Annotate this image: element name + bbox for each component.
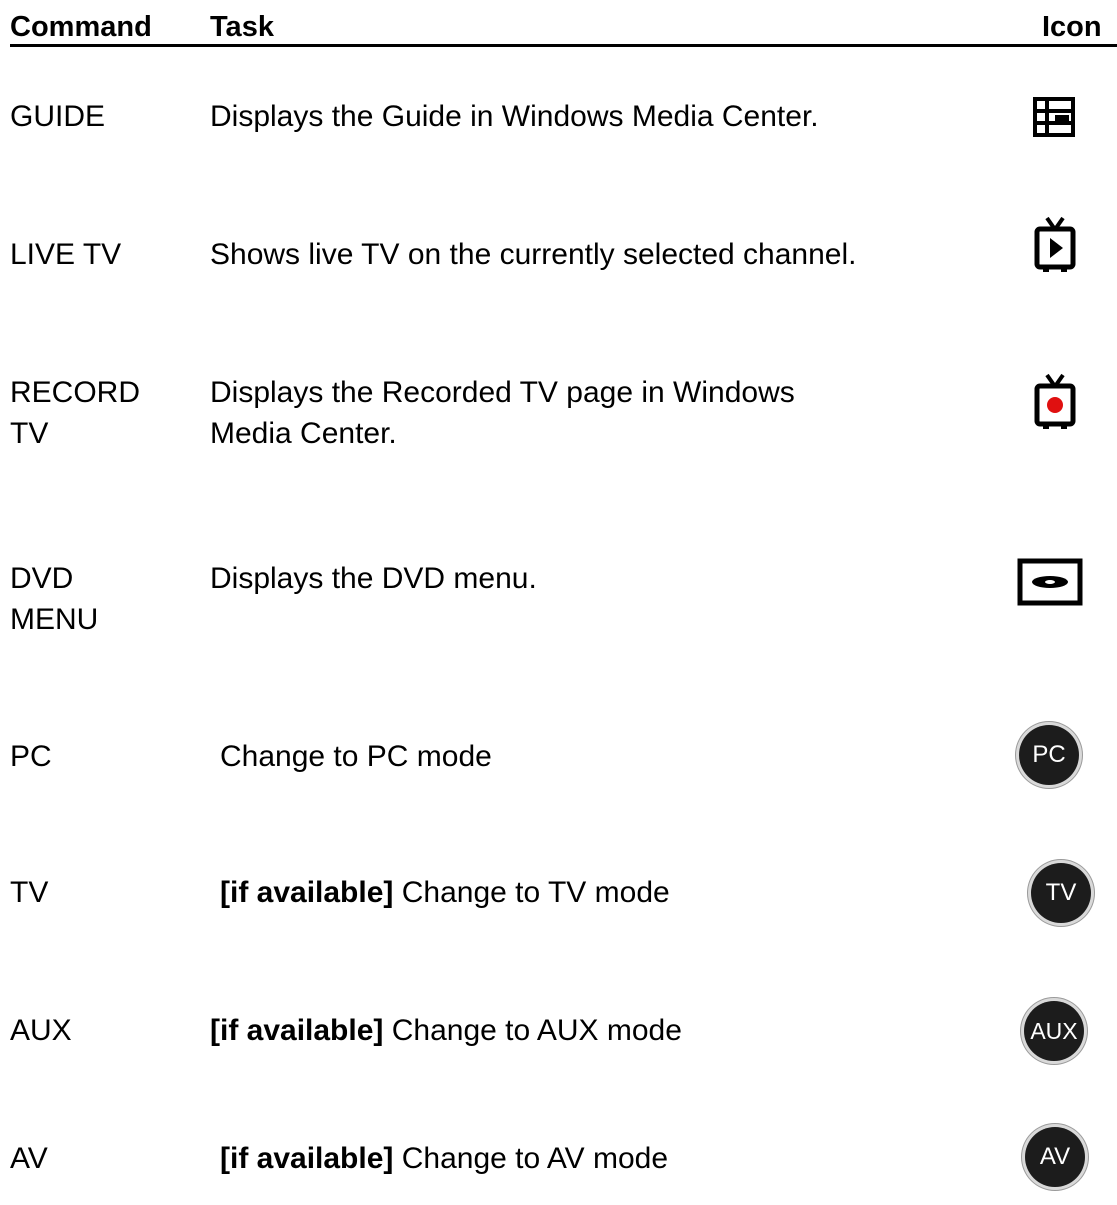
task-cell: Displays the DVD menu.	[210, 558, 990, 599]
dvd-menu-icon	[1017, 558, 1083, 606]
command-text: LIVE TV	[10, 238, 122, 271]
command-cell: GUIDE	[10, 96, 195, 137]
availability-note: [if available]	[220, 876, 394, 909]
command-cell: LIVE TV	[10, 234, 195, 275]
task-cell: [if available] Change to AUX mode	[210, 1010, 990, 1051]
task-cell: [if available] Change to TV mode	[220, 872, 1000, 913]
command-text: MENU	[10, 603, 99, 636]
header-icon: Icon	[1042, 11, 1102, 43]
tv-button-icon: TV	[1031, 863, 1091, 923]
command-text: AUX	[10, 1014, 72, 1047]
task-cell: Shows live TV on the currently selected …	[210, 234, 990, 275]
task-text: Media Center.	[210, 417, 397, 450]
command-cell: RECORD TV	[10, 372, 195, 454]
task-text: Displays the Recorded TV page in Windows	[210, 376, 795, 409]
task-text: Displays the DVD menu.	[210, 562, 537, 595]
pc-button-label: PC	[1032, 741, 1066, 768]
task-text: Displays the Guide in Windows Media Cent…	[210, 100, 819, 133]
tv-button-label: TV	[1045, 879, 1077, 906]
header-command: Command	[10, 11, 152, 43]
av-button-label: AV	[1039, 1143, 1071, 1170]
aux-button-label: AUX	[1030, 1018, 1078, 1044]
table-header: Command Task Icon	[10, 8, 1117, 47]
task-text: Shows live TV on the currently selected …	[210, 238, 857, 271]
command-text: GUIDE	[10, 100, 106, 133]
task-text: Change to AV mode	[393, 1142, 669, 1175]
recorded-tv-icon	[1034, 373, 1076, 429]
aux-button-icon: AUX	[1024, 1001, 1084, 1061]
command-cell: TV	[10, 872, 195, 913]
live-tv-icon	[1034, 216, 1076, 272]
availability-note: [if available]	[210, 1014, 384, 1047]
command-text: TV	[10, 876, 49, 909]
command-text: DVD	[10, 562, 74, 595]
availability-note: [if available]	[220, 1142, 394, 1175]
av-button-icon: AV	[1025, 1127, 1085, 1187]
pc-button-icon: PC	[1019, 725, 1079, 785]
command-text: AV	[10, 1142, 48, 1175]
task-cell: Change to PC mode	[220, 736, 1000, 777]
task-text: Change to PC mode	[220, 740, 492, 773]
command-text: TV	[10, 417, 49, 450]
task-cell: Displays the Guide in Windows Media Cent…	[210, 96, 990, 137]
task-cell: Displays the Recorded TV page in Windows…	[210, 372, 990, 454]
command-text: PC	[10, 740, 52, 773]
command-cell: DVD MENU	[10, 558, 195, 640]
command-text: RECORD	[10, 376, 141, 409]
header-task: Task	[210, 11, 274, 43]
task-text: Change to TV mode	[393, 876, 670, 909]
command-cell: PC	[10, 736, 195, 777]
task-cell: [if available] Change to AV mode	[220, 1138, 1000, 1179]
task-text: Change to AUX mode	[383, 1014, 682, 1047]
guide-grid-icon	[1033, 97, 1075, 137]
command-cell: AV	[10, 1138, 195, 1179]
command-cell: AUX	[10, 1010, 195, 1051]
